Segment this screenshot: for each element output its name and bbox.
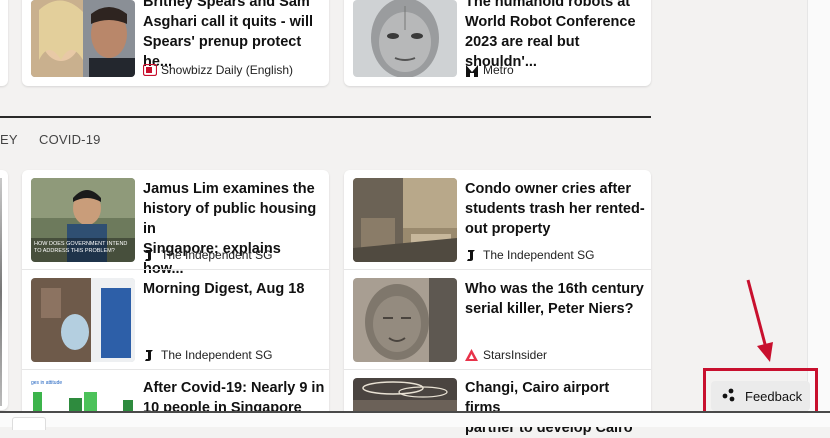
news-source-label: StarsInsider (483, 348, 548, 362)
news-thumbnail[interactable] (353, 178, 457, 262)
news-source-label: The Independent SG (161, 348, 273, 362)
bottom-tab[interactable] (12, 417, 46, 430)
partial-thumbnail (0, 178, 2, 406)
news-source[interactable]: The Independent SG (465, 248, 594, 262)
starsinsider-logo-icon (465, 349, 478, 361)
tab-money[interactable]: EY (0, 132, 18, 147)
page-scrollbar[interactable] (807, 0, 830, 427)
news-title[interactable]: Changi, Cairo airport firms partner to d… (465, 378, 647, 438)
news-source[interactable]: StarsInsider (465, 348, 547, 362)
news-source-label: The Independent SG (161, 248, 273, 262)
news-title[interactable]: The humanoid robots at World Robot Confe… (465, 0, 647, 72)
news-card-robots[interactable]: The humanoid robots at World Robot Confe… (344, 0, 651, 86)
showbizz-logo-icon (142, 63, 158, 77)
metro-logo-icon (465, 64, 478, 77)
card-divider (22, 369, 329, 370)
independent-sg-logo-icon (143, 249, 155, 261)
news-thumbnail[interactable]: HOW DOES GOVERNMENT INTEND TO ADDRESS TH… (31, 178, 135, 262)
news-thumbnail[interactable] (31, 278, 135, 362)
news-source[interactable]: Showbizz Daily (English) (142, 63, 294, 77)
news-title[interactable]: Condo owner cries after students trash h… (465, 179, 647, 239)
news-title[interactable]: Who was the 16th century serial killer, … (465, 279, 647, 319)
news-thumbnail (31, 0, 135, 77)
news-thumbnail[interactable] (353, 278, 457, 362)
partial-card-left[interactable] (0, 170, 8, 410)
tab-covid-19[interactable]: COVID-19 (39, 132, 101, 147)
news-source[interactable]: Metro (465, 63, 514, 77)
news-source[interactable]: The Independent SG (143, 248, 272, 262)
news-thumbnail (353, 0, 457, 77)
news-source-label: Metro (483, 63, 514, 77)
annotation-arrow-icon (746, 279, 773, 362)
section-divider (0, 116, 651, 118)
annotation-highlight-box (703, 368, 818, 415)
card-divider (22, 269, 329, 270)
partial-card-top-left[interactable] (0, 0, 8, 86)
news-title[interactable]: Morning Digest, Aug 18 (143, 279, 325, 299)
news-title[interactable]: Britney Spears and Sam Asghari call it q… (143, 0, 325, 72)
news-card-britney[interactable]: Britney Spears and Sam Asghari call it q… (22, 0, 329, 86)
card-divider (344, 369, 651, 370)
thumbnail-caption: HOW DOES GOVERNMENT INTEND TO ADDRESS TH… (34, 241, 128, 254)
independent-sg-logo-icon (143, 349, 155, 361)
independent-sg-logo-icon (465, 249, 477, 261)
news-card-stack-left: HOW DOES GOVERNMENT INTEND TO ADDRESS TH… (22, 170, 329, 420)
news-card-stack-right: Condo owner cries after students trash h… (344, 170, 651, 436)
news-source[interactable]: The Independent SG (143, 348, 272, 362)
bottom-bar (0, 411, 830, 430)
card-divider (344, 269, 651, 270)
news-source-label: Showbizz Daily (English) (161, 63, 294, 77)
thumbnail-caption: ges in attitude (31, 380, 63, 386)
news-source-label: The Independent SG (483, 248, 595, 262)
news-title[interactable]: Jamus Lim examines the history of public… (143, 179, 325, 279)
